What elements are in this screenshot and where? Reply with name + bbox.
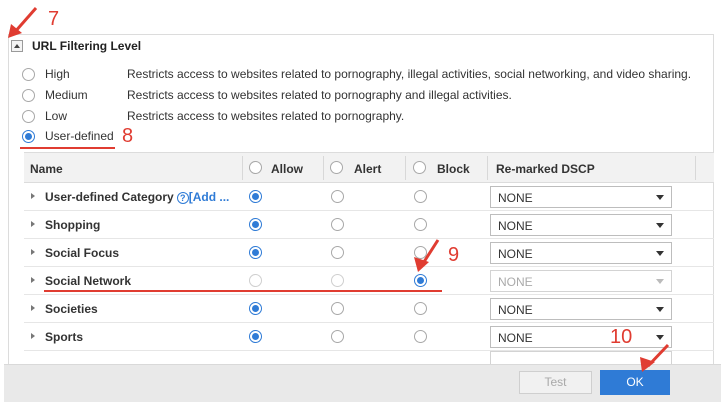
annotation-arrow-7-icon <box>8 7 38 38</box>
annotation-arrow-9-icon <box>414 239 440 272</box>
annotation-step-7: 7 <box>48 8 60 30</box>
annotation-underline-9 <box>44 290 442 292</box>
annotation-step-10: 10 <box>610 326 633 348</box>
annotation-step-8: 8 <box>122 125 134 147</box>
annotation-arrow-10-icon <box>640 343 670 372</box>
annotation-step-9: 9 <box>448 244 460 266</box>
annotation-underline-8 <box>20 147 115 149</box>
